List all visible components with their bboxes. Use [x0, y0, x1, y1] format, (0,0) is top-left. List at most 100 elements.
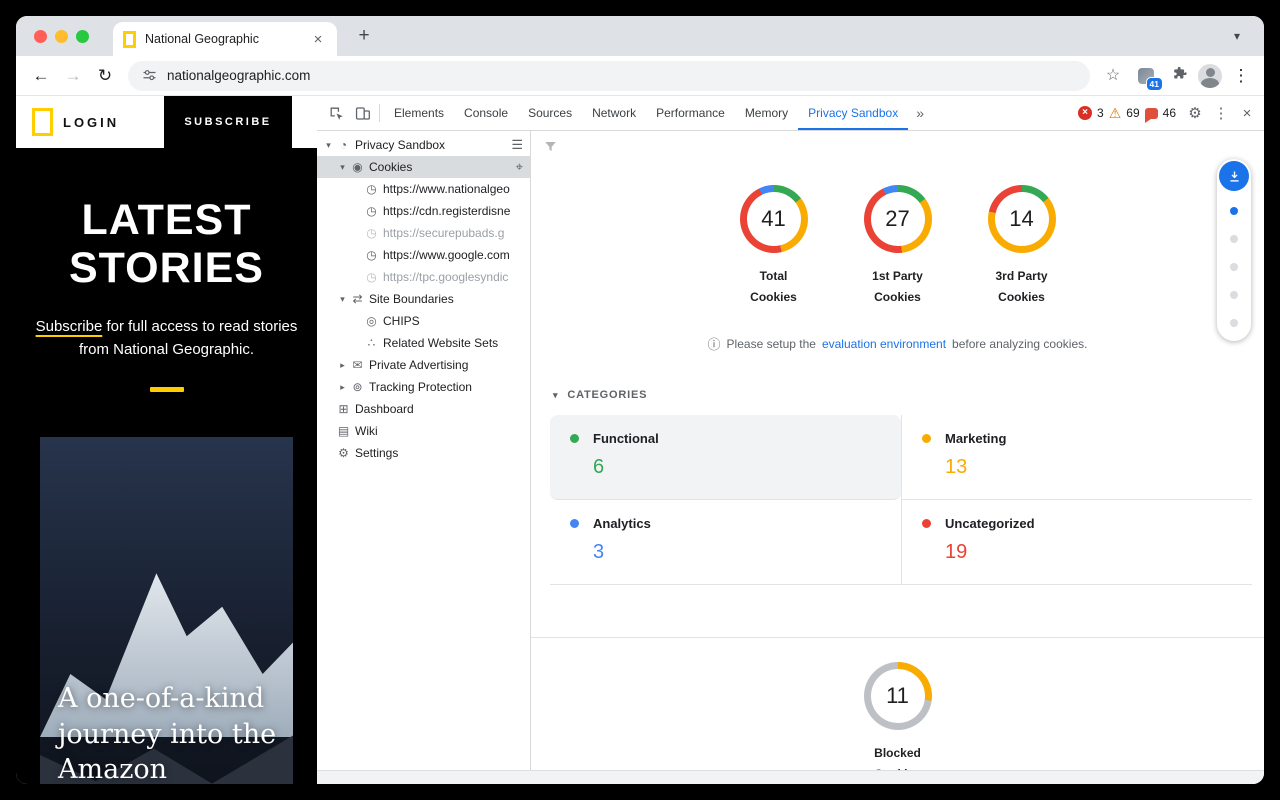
browser-menu-icon[interactable]: ⋮	[1228, 63, 1254, 89]
category-item-marketing[interactable]: Marketing13	[901, 415, 1252, 500]
nav-dot[interactable]	[1230, 207, 1238, 215]
error-icon[interactable]: ×	[1078, 106, 1092, 120]
categories-section-header[interactable]: ▾ CATEGORIES	[553, 389, 1264, 401]
donut-ring: 41	[740, 185, 808, 253]
devtools-close-icon[interactable]: ×	[1234, 100, 1260, 126]
download-report-button[interactable]	[1219, 161, 1249, 191]
tree-item-cookies[interactable]: ▾◉Cookies⌖	[317, 156, 530, 178]
tree-item-dashboard[interactable]: ⊞Dashboard	[317, 398, 530, 420]
tree-item-site-boundaries[interactable]: ▾⇄Site Boundaries	[317, 288, 530, 310]
blocked-cookies-section: 11 BlockedCookies	[531, 662, 1264, 770]
tree-item-label: https://www.google.com	[383, 248, 526, 262]
devtools-tab-console[interactable]: Console	[454, 96, 518, 130]
close-window-button[interactable]	[34, 30, 47, 43]
more-tabs-icon[interactable]: »	[908, 105, 932, 121]
clock-icon: ◷	[363, 270, 380, 284]
bookmark-star-icon[interactable]: ☆	[1100, 63, 1126, 89]
nav-dot[interactable]	[1230, 235, 1238, 243]
tree-item-https-www-nationalgeo[interactable]: ◷https://www.nationalgeo	[317, 178, 530, 200]
clock-icon: ◷	[363, 226, 380, 240]
first-party-cookies-donut: 27 1st PartyCookies	[864, 185, 932, 308]
tree-item-https-tpc-googlesyndic[interactable]: ◷https://tpc.googlesyndic	[317, 266, 530, 288]
evaluation-environment-link[interactable]: evaluation environment	[822, 337, 946, 351]
category-count: 3	[593, 541, 881, 564]
tree-item-related-website-sets[interactable]: ∴Related Website Sets	[317, 332, 530, 354]
extensions-puzzle-icon[interactable]	[1166, 63, 1192, 89]
extension-button[interactable]: 41	[1132, 62, 1160, 90]
warning-icon[interactable]: ⚠	[1109, 106, 1122, 120]
toolbar-divider	[379, 104, 380, 122]
categories-header-label: CATEGORIES	[567, 389, 647, 401]
chevron-down-icon[interactable]: ▾	[336, 294, 349, 305]
site-header: LOGIN SUBSCRIBE	[16, 96, 317, 148]
devtools-menu-icon[interactable]: ⋮	[1208, 100, 1234, 126]
browser-tab[interactable]: National Geographic ×	[113, 22, 337, 56]
forward-button[interactable]: →	[60, 63, 86, 89]
category-item-functional[interactable]: Functional6	[550, 415, 901, 500]
error-count[interactable]: 3	[1097, 106, 1104, 120]
profile-avatar[interactable]	[1198, 64, 1222, 88]
category-item-uncategorized[interactable]: Uncategorized19	[901, 500, 1252, 585]
back-button[interactable]: ←	[28, 63, 54, 89]
filter-icon[interactable]	[543, 139, 558, 159]
yellow-divider	[150, 387, 184, 392]
tree-item-tracking-protection[interactable]: ▸⊚Tracking Protection	[317, 376, 530, 398]
tree-item-label: Privacy Sandbox	[355, 138, 526, 152]
tree-item-privacy-sandbox[interactable]: ▾◔Privacy Sandbox☰	[317, 134, 530, 156]
tree-item-label: https://securepubads.g	[383, 226, 526, 240]
inspect-icon[interactable]: ⌖	[516, 159, 523, 175]
clock-icon: ◷	[363, 182, 380, 196]
nav-dot[interactable]	[1230, 291, 1238, 299]
tree-item-label: Settings	[355, 446, 526, 460]
tree-item-settings[interactable]: ⚙Settings	[317, 442, 530, 464]
natgeo-logo[interactable]	[32, 108, 53, 136]
nav-dot[interactable]	[1230, 263, 1238, 271]
tree-item-chips[interactable]: ◎CHIPS	[317, 310, 530, 332]
devtools-settings-icon[interactable]: ⚙	[1182, 100, 1208, 126]
categories-grid: Functional6Marketing13 Analytics 3 Uncatego…	[550, 415, 1252, 585]
new-tab-button[interactable]: +	[351, 25, 377, 47]
clock-icon: ◷	[363, 248, 380, 262]
devtools-tab-privacy-sandbox[interactable]: Privacy Sandbox	[798, 96, 908, 130]
category-item-analytics[interactable]: Analytics 3	[550, 500, 901, 585]
tree-item-private-advertising[interactable]: ▸✉Private Advertising	[317, 354, 530, 376]
maximize-window-button[interactable]	[76, 30, 89, 43]
devtools-tab-elements[interactable]: Elements	[384, 96, 454, 130]
device-toolbar-icon[interactable]	[349, 100, 375, 126]
tree-item-wiki[interactable]: ▤Wiki	[317, 420, 530, 442]
inspect-element-icon[interactable]	[323, 100, 349, 126]
tree-item-https-www-google-com[interactable]: ◷https://www.google.com	[317, 244, 530, 266]
issue-count[interactable]: 46	[1163, 106, 1176, 120]
url-text[interactable]: nationalgeographic.com	[167, 68, 310, 83]
reload-button[interactable]: ↻	[92, 63, 118, 89]
chevron-down-icon[interactable]: ▾	[336, 162, 349, 173]
browser-window: National Geographic × + ▾ ← → ↻ national…	[16, 16, 1264, 784]
browser-toolbar: ← → ↻ nationalgeographic.com ☆ 41 ⋮	[16, 56, 1264, 96]
tab-close-icon[interactable]: ×	[309, 31, 327, 48]
address-bar[interactable]: nationalgeographic.com	[128, 61, 1090, 91]
issues-icon[interactable]	[1145, 108, 1158, 119]
subscribe-button[interactable]: SUBSCRIBE	[164, 96, 292, 148]
site-info-icon[interactable]	[142, 68, 157, 83]
tree-item-https-securepubads-g[interactable]: ◷https://securepubads.g	[317, 222, 530, 244]
minimize-window-button[interactable]	[55, 30, 68, 43]
tree-item-label: Cookies	[369, 160, 526, 174]
devtools-tab-network[interactable]: Network	[582, 96, 646, 130]
nav-dot[interactable]	[1230, 319, 1238, 327]
devtools-tab-memory[interactable]: Memory	[735, 96, 798, 130]
warning-count[interactable]: 69	[1126, 106, 1139, 120]
category-label: Analytics	[593, 516, 651, 531]
tree-item-https-cdn-registerdisne[interactable]: ◷https://cdn.registerdisne	[317, 200, 530, 222]
login-link[interactable]: LOGIN	[63, 115, 119, 130]
chevron-down-icon[interactable]: ▾	[1226, 25, 1248, 47]
chevron-right-icon[interactable]: ▸	[336, 382, 349, 393]
devtools-tab-sources[interactable]: Sources	[518, 96, 582, 130]
devtools-tab-performance[interactable]: Performance	[646, 96, 735, 130]
donut-label: TotalCookies	[750, 266, 797, 308]
chevron-down-icon[interactable]: ▾	[322, 140, 335, 151]
horizontal-scrollbar[interactable]	[317, 770, 1264, 784]
subscribe-link[interactable]: Subscribe	[36, 318, 103, 335]
menu-icon[interactable]: ☰	[511, 137, 523, 153]
chevron-right-icon[interactable]: ▸	[336, 360, 349, 371]
donut-value: 11	[886, 683, 909, 709]
